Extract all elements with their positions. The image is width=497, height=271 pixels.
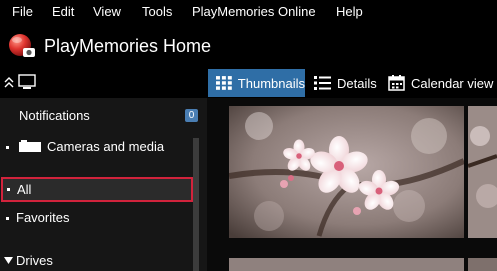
list-icon [314, 76, 331, 90]
thumbnail-grid [207, 98, 497, 271]
triangle-down-icon[interactable] [4, 257, 13, 264]
bullet-icon [6, 146, 9, 149]
photo-thumbnail[interactable] [229, 258, 464, 271]
sidebar: Notifications 0 Cameras and media All Fa… [0, 98, 207, 271]
sidebar-item-all[interactable]: All [1, 177, 193, 202]
menu-help[interactable]: Help [336, 4, 363, 19]
photo-thumbnail[interactable] [229, 106, 464, 238]
notifications-count-badge: 0 [185, 109, 198, 122]
menu-bar: File Edit View Tools PlayMemories Online… [0, 0, 497, 24]
drives-label: Drives [16, 253, 53, 268]
camera-icon [19, 140, 41, 152]
app-title: PlayMemories Home [44, 36, 212, 56]
bullet-icon [6, 217, 9, 220]
thumbnails-label: Thumbnails [237, 75, 305, 91]
cherry-blossom-photo [468, 106, 497, 238]
menu-edit[interactable]: Edit [52, 4, 74, 19]
cherry-blossom-photo [229, 106, 464, 238]
cameras-and-media-label: Cameras and media [47, 139, 165, 154]
menu-view[interactable]: View [93, 4, 121, 19]
grid-icon [216, 76, 232, 90]
monitor-icon[interactable] [18, 74, 36, 90]
details-view-button[interactable]: Details [314, 69, 377, 97]
calendar-view-label: Calendar view [411, 75, 494, 91]
app-title-bar: PlayMemories Home [0, 24, 497, 68]
details-label: Details [337, 75, 377, 91]
menu-file[interactable]: File [12, 4, 33, 19]
bullet-icon [7, 188, 10, 191]
favorites-label: Favorites [16, 210, 70, 225]
view-toolbar: Thumbnails Details Calendar view [0, 68, 497, 98]
calendar-view-button[interactable]: Calendar view [388, 69, 493, 97]
all-label: All [17, 182, 32, 197]
thumbnails-view-button[interactable]: Thumbnails [208, 69, 305, 97]
calendar-icon [388, 75, 405, 91]
photo-thumbnail[interactable] [468, 106, 497, 238]
double-chevron-up-icon[interactable] [4, 76, 14, 88]
photo-thumbnail[interactable] [468, 258, 497, 271]
menu-playmemories-online[interactable]: PlayMemories Online [192, 4, 316, 19]
sidebar-scrollbar-thumb[interactable] [193, 138, 199, 271]
menu-tools[interactable]: Tools [142, 4, 172, 19]
notifications-label: Notifications [19, 108, 90, 123]
playmemories-logo-icon [9, 34, 35, 57]
